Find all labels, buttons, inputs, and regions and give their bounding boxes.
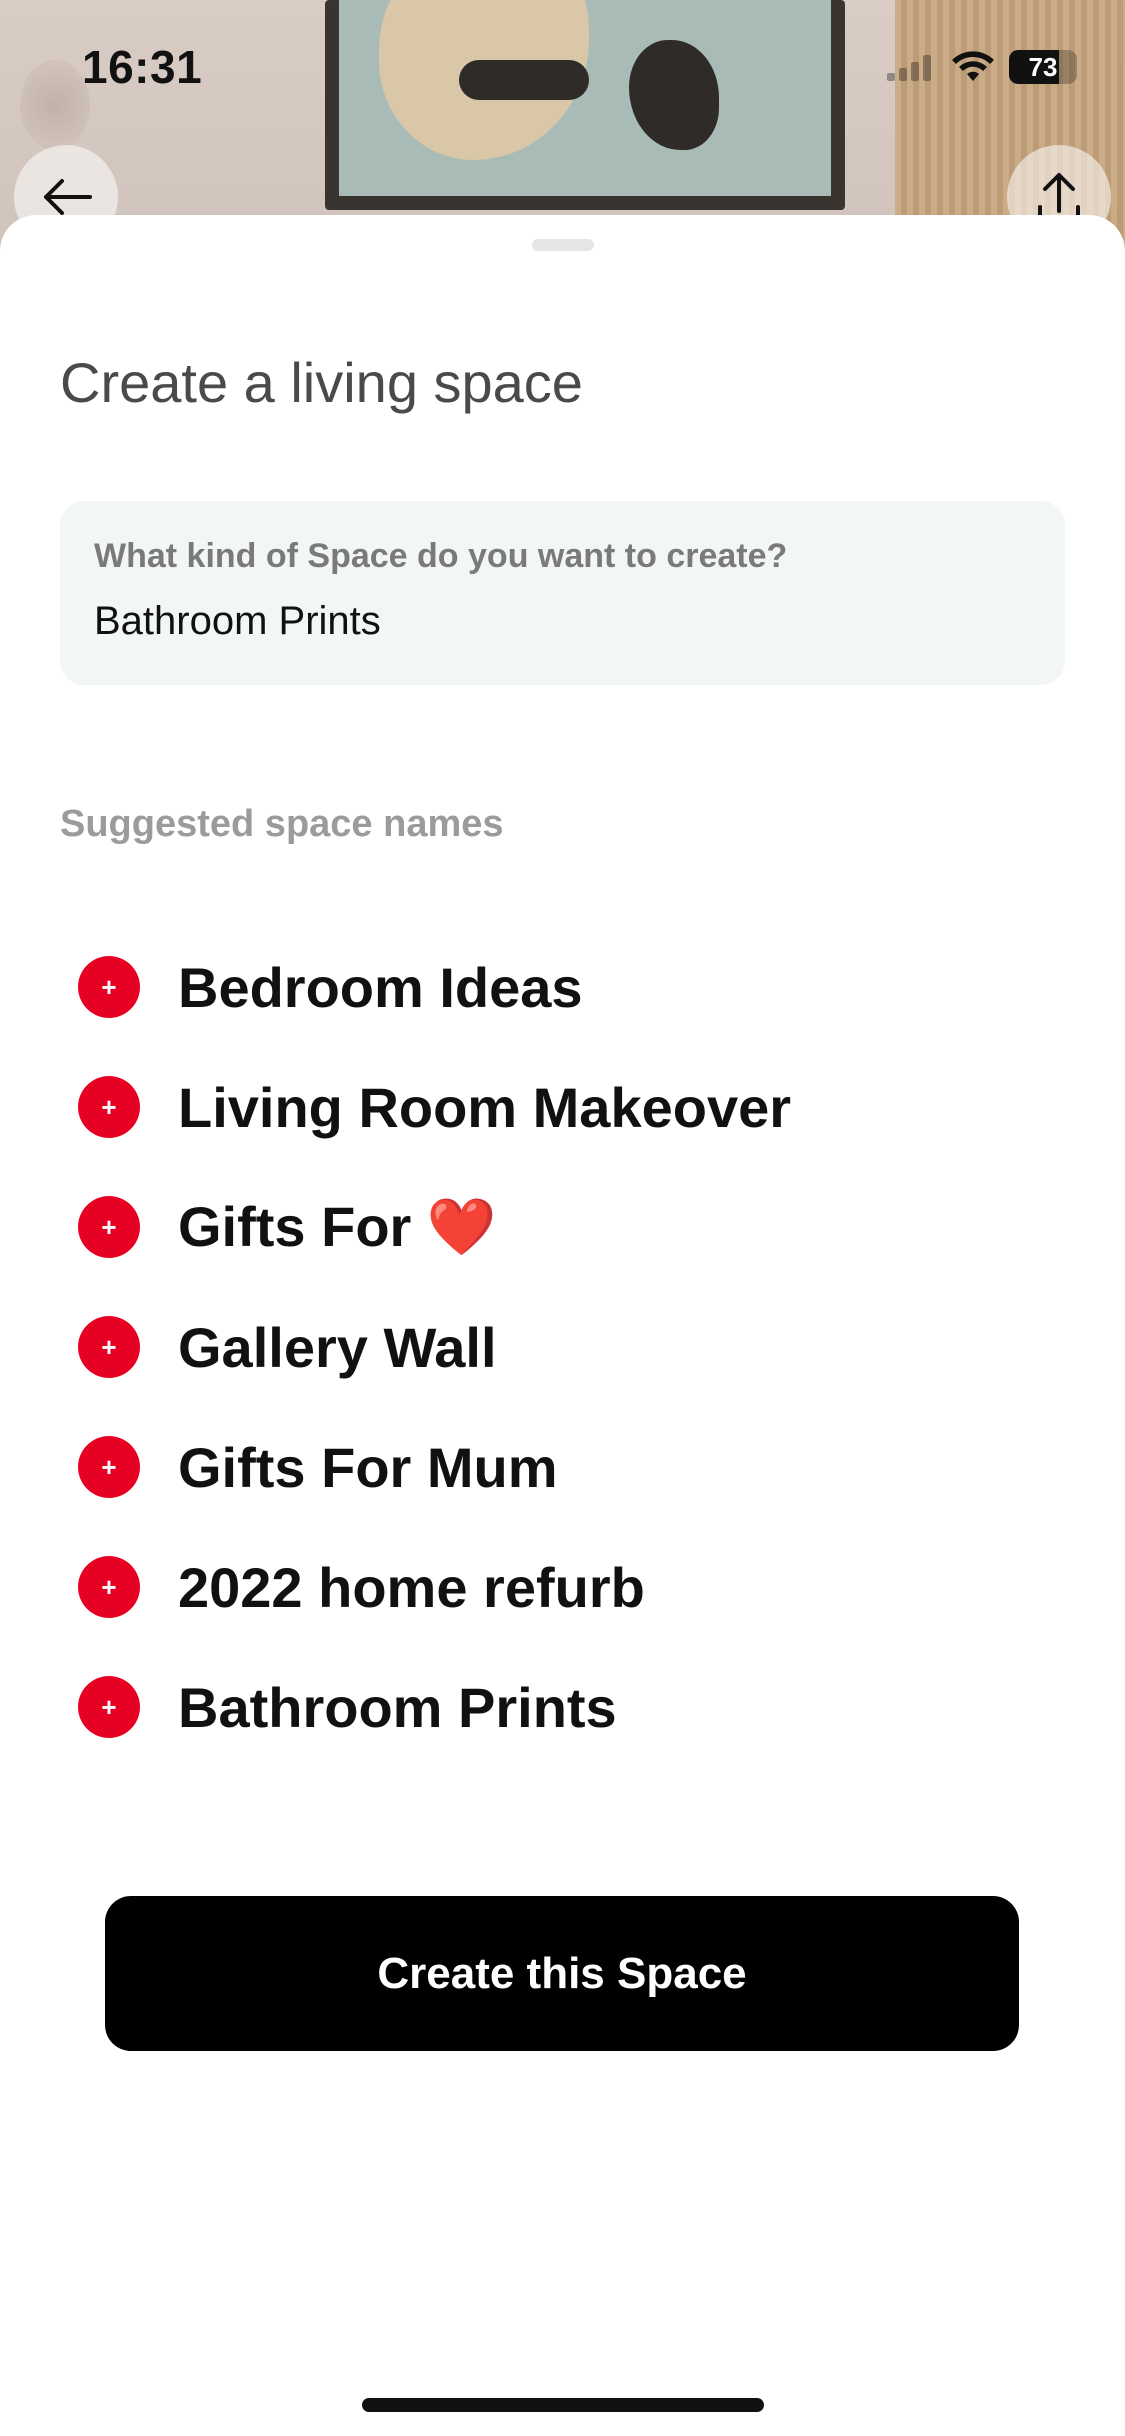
suggestion-item[interactable]: + Living Room Makeover: [78, 1047, 791, 1167]
home-indicator[interactable]: [362, 2398, 764, 2412]
add-icon[interactable]: +: [78, 956, 140, 1018]
suggestions-heading: Suggested space names: [60, 803, 504, 845]
add-icon[interactable]: +: [78, 1436, 140, 1498]
add-icon[interactable]: +: [78, 1196, 140, 1258]
suggestion-item[interactable]: + Gifts For ❤️: [78, 1167, 791, 1287]
suggestion-label: Bathroom Prints: [178, 1675, 617, 1739]
wifi-icon: [952, 51, 994, 81]
suggestion-item[interactable]: + Gifts For Mum: [78, 1407, 791, 1527]
battery-level: 73: [1028, 51, 1058, 82]
artwork-frame: [325, 0, 845, 210]
plant-decoration: [20, 60, 90, 150]
suggestion-label: Living Room Makeover: [178, 1075, 792, 1139]
signal-icon: [887, 53, 937, 81]
battery-icon: 73: [1009, 50, 1077, 84]
create-space-sheet: Create a living space What kind of Space…: [0, 215, 1125, 2436]
status-time: 16:31: [82, 41, 203, 93]
suggestion-item[interactable]: + Bathroom Prints: [78, 1647, 791, 1767]
artwork: [339, 0, 831, 196]
suggestion-label: Gifts For ❤️: [178, 1195, 497, 1258]
suggestion-label: Bedroom Ideas: [178, 955, 583, 1019]
status-indicators: 73: [887, 50, 1077, 84]
arrow-left-icon: [44, 179, 92, 215]
space-name-input[interactable]: Bathroom Prints: [94, 599, 381, 644]
add-icon[interactable]: +: [78, 1676, 140, 1738]
add-icon[interactable]: +: [78, 1076, 140, 1138]
suggestion-item[interactable]: + Bedroom Ideas: [78, 927, 791, 1047]
page-title: Create a living space: [60, 351, 583, 414]
suggestion-label: 2022 home refurb: [178, 1555, 645, 1619]
drag-handle[interactable]: [532, 239, 594, 251]
add-icon[interactable]: +: [78, 1556, 140, 1618]
create-space-button[interactable]: Create this Space: [105, 1896, 1019, 2051]
suggestion-item[interactable]: + 2022 home refurb: [78, 1527, 791, 1647]
space-name-label: What kind of Space do you want to create…: [94, 537, 788, 575]
space-name-field[interactable]: What kind of Space do you want to create…: [60, 501, 1065, 685]
suggestion-label: Gifts For Mum: [178, 1435, 558, 1499]
add-icon[interactable]: +: [78, 1316, 140, 1378]
suggestions-list: + Bedroom Ideas + Living Room Makeover +…: [78, 927, 791, 1767]
suggestion-label: Gallery Wall: [178, 1315, 497, 1379]
suggestion-item[interactable]: + Gallery Wall: [78, 1287, 791, 1407]
